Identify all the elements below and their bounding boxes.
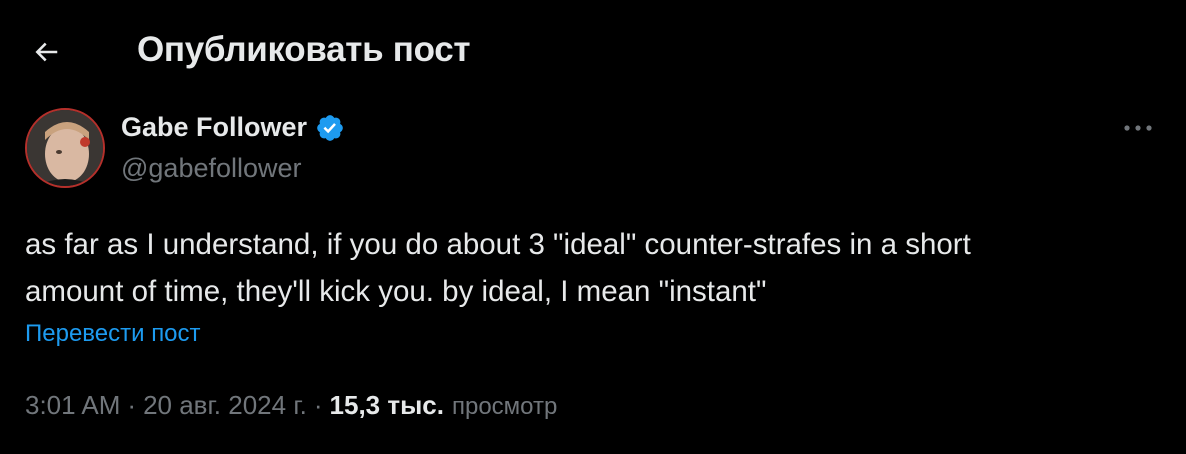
post-date[interactable]: 20 авг. 2024 г.: [143, 390, 307, 421]
avatar-image: [27, 110, 103, 186]
avatar[interactable]: [25, 108, 105, 188]
author-display-name: Gabe Follower: [121, 112, 308, 142]
meta-separator: ·: [127, 390, 137, 420]
author-name-row[interactable]: Gabe Follower: [121, 112, 345, 143]
page-title: Опубликовать пост: [137, 30, 471, 69]
post-metadata: 3:01 AM · 20 авг. 2024 г. · 15,3 тыс. пр…: [25, 390, 557, 421]
meta-separator: ·: [313, 390, 323, 420]
translate-post-link[interactable]: Перевести пост: [25, 320, 201, 348]
views-count: 15,3 тыс.: [329, 390, 444, 420]
page-header: Опубликовать пост: [0, 0, 1186, 100]
author-handle[interactable]: @gabefollower: [121, 153, 302, 184]
post-time[interactable]: 3:01 AM: [25, 390, 120, 421]
arrow-left-icon: [35, 42, 58, 62]
back-button[interactable]: [22, 28, 70, 76]
views-label: просмотр: [451, 393, 558, 420]
more-horizontal-icon: [1124, 125, 1152, 131]
post-text: as far as I understand, if you do about …: [25, 228, 971, 308]
more-options-button[interactable]: [1118, 110, 1158, 146]
verified-badge-icon: [317, 114, 343, 141]
